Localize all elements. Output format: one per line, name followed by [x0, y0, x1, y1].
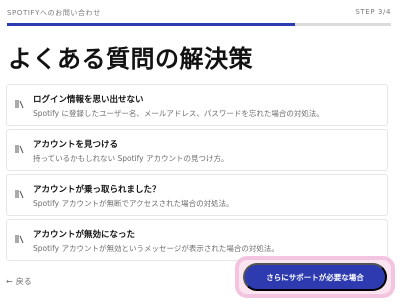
faq-item-login[interactable]: ログイン情報を思い出せない Spotify に登録したユーザー名、メールアドレス… [6, 84, 388, 126]
books-icon [15, 100, 24, 109]
faq-question: アカウントが乗っ取られました？ [33, 185, 161, 195]
arrow-left-icon: ← [6, 277, 13, 286]
faq-answer: Spotify アカウントが無効というメッセージが表示された場合の対処法。 [33, 244, 279, 253]
books-icon [15, 190, 24, 199]
progress-bar [7, 23, 391, 26]
faq-answer: Spotify に登録したユーザー名、メールアドレス、パスワードを忘れた場合の対… [33, 109, 324, 118]
faq-question: アカウントが無効になった [33, 230, 136, 240]
progress-fill [7, 23, 295, 26]
step-indicator: STEP 3/4 [355, 8, 391, 16]
back-label: 戻る [15, 277, 32, 286]
breadcrumb: SPOTIFYへのお問い合わせ [7, 9, 101, 17]
back-link[interactable]: ← 戻る [6, 276, 32, 287]
faq-item-find-account[interactable]: アカウントを見つける 持っているかもしれない Spotify アカウントの見つけ… [6, 129, 388, 171]
faq-list: ログイン情報を思い出せない Spotify に登録したユーザー名、メールアドレス… [6, 84, 388, 264]
faq-answer: 持っているかもしれない Spotify アカウントの見つけ方。 [33, 154, 229, 163]
need-more-help-button[interactable]: さらにサポートが必要な場合 [243, 263, 387, 291]
books-icon [15, 145, 24, 154]
page-title: よくある質問の解決策 [8, 45, 253, 73]
faq-item-hijacked[interactable]: アカウントが乗っ取られました？ Spotify アカウントが無断でアクセスされた… [6, 174, 388, 216]
books-icon [15, 235, 24, 244]
faq-question: ログイン情報を思い出せない [33, 95, 144, 105]
faq-question: アカウントを見つける [33, 140, 119, 150]
faq-item-disabled[interactable]: アカウントが無効になった Spotify アカウントが無効というメッセージが表示… [6, 219, 388, 261]
faq-answer: Spotify アカウントが無断でアクセスされた場合の対処法。 [33, 199, 234, 208]
top-bar: SPOTIFYへのお問い合わせ STEP 3/4 [7, 8, 391, 20]
